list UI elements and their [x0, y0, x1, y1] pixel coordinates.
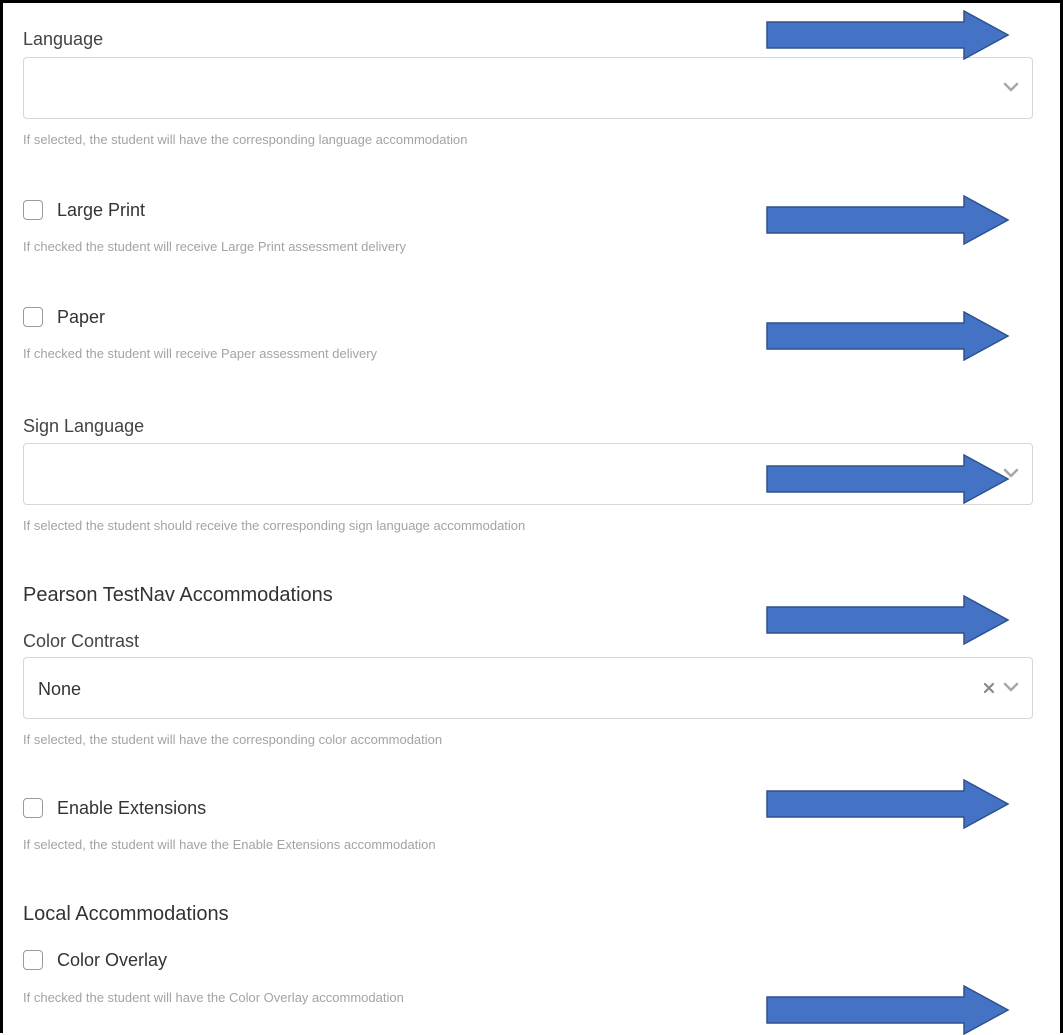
color-contrast-help: If selected, the student will have the c… [23, 732, 443, 747]
local-section-title: Local Accommodations [23, 903, 229, 925]
sign-language-label: Sign Language [23, 416, 145, 436]
arrow-right-icon [766, 311, 1010, 361]
sign-language-help: If selected the student should receive t… [23, 518, 526, 533]
arrow-right-icon [766, 779, 1010, 829]
color-contrast-select[interactable]: None [23, 657, 1033, 719]
chevron-down-icon[interactable] [1002, 680, 1020, 694]
arrow-right-icon [766, 454, 1010, 504]
color-contrast-select-value: None [38, 679, 82, 699]
large-print-label[interactable]: Large Print [57, 199, 145, 221]
form-frame [0, 0, 1063, 1033]
color-contrast-label: Color Contrast [23, 631, 140, 651]
paper-checkbox[interactable] [23, 307, 43, 327]
arrow-right-icon [766, 985, 1010, 1035]
enable-extensions-checkbox[interactable] [23, 798, 43, 818]
enable-extensions-label[interactable]: Enable Extensions [57, 797, 206, 819]
color-overlay-checkbox[interactable] [23, 950, 43, 970]
color-overlay-label[interactable]: Color Overlay [57, 949, 167, 971]
language-label: Language [23, 29, 104, 49]
large-print-help: If checked the student will receive Larg… [23, 239, 406, 254]
enable-extensions-help: If selected, the student will have the E… [23, 837, 436, 852]
arrow-right-icon [766, 195, 1010, 245]
language-help: If selected, the student will have the c… [23, 132, 468, 147]
color-overlay-help: If checked the student will have the Col… [23, 990, 404, 1005]
arrow-right-icon [766, 595, 1010, 645]
language-select[interactable] [23, 57, 1033, 119]
large-print-checkbox[interactable] [23, 200, 43, 220]
arrow-right-icon [766, 10, 1010, 60]
close-icon[interactable] [982, 681, 996, 695]
paper-help: If checked the student will receive Pape… [23, 346, 378, 361]
paper-label[interactable]: Paper [57, 306, 105, 328]
pearson-section-title: Pearson TestNav Accommodations [23, 584, 333, 606]
chevron-down-icon[interactable] [1002, 80, 1020, 94]
